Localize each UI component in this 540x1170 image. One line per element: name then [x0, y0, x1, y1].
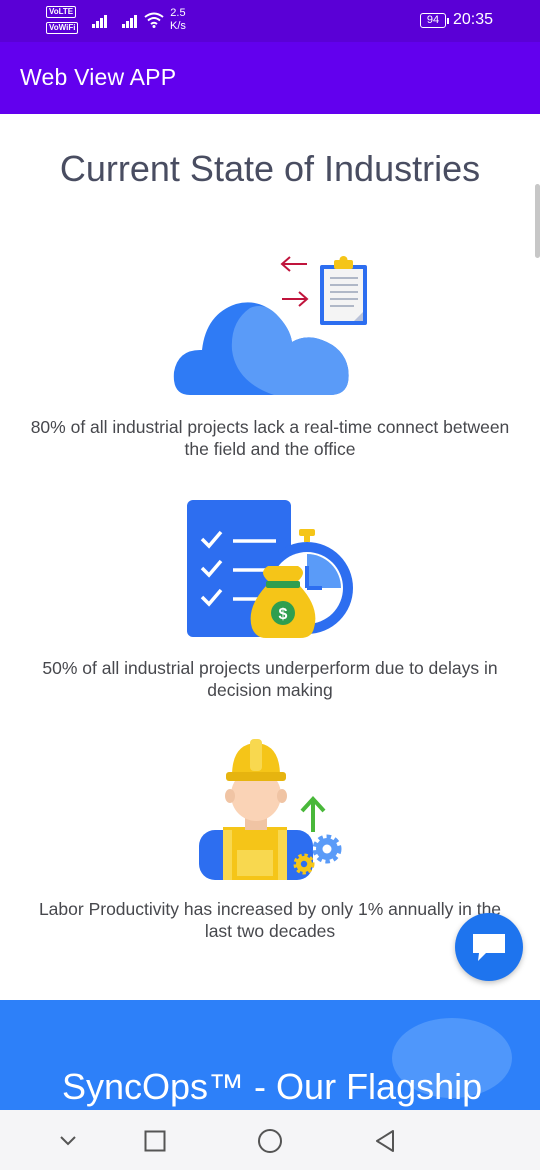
battery-icon: 94 [420, 13, 446, 28]
network-badges: VoLTE VoWiFi [46, 6, 82, 38]
scrollbar-thumb[interactable] [535, 184, 540, 258]
chat-icon [473, 934, 505, 961]
stat-text-1: 80% of all industrial projects lack a re… [30, 417, 510, 459]
svg-text:$: $ [279, 606, 288, 623]
network-speed-unit: K/s [170, 20, 186, 32]
chat-button[interactable] [455, 913, 523, 981]
volte-badge: VoLTE [46, 6, 77, 18]
recents-square-icon [144, 1130, 166, 1152]
vowifi-badge: VoWiFi [46, 22, 79, 34]
network-speed-value: 2.5 [170, 7, 186, 19]
nav-recents-button[interactable] [140, 1126, 170, 1156]
checklist-money-clock-icon: $ [187, 500, 353, 638]
status-bar: VoLTE VoWiFi 2.5 K/s 94 20:35 [0, 0, 540, 42]
battery-level: 94 [426, 14, 440, 26]
wifi-icon [144, 12, 164, 28]
app-bar: Web View APP [0, 42, 540, 114]
signal-icon [122, 12, 137, 28]
page-title: Current State of Industries [59, 148, 481, 189]
stat-text-3: Labor Productivity has increased by only… [38, 899, 502, 941]
banner-title: SyncOps™ - Our Flagship [62, 1066, 483, 1107]
back-chevron-icon [60, 1136, 76, 1146]
home-circle-icon [258, 1129, 282, 1153]
back-triangle-icon [376, 1130, 394, 1152]
flagship-banner: SyncOps™ - Our Flagship [0, 1000, 540, 1110]
battery-tip [447, 18, 449, 24]
nav-back-button[interactable] [370, 1126, 400, 1156]
worker-productivity-icon [199, 739, 342, 880]
clock: 20:35 [453, 11, 494, 28]
app-title: Web View APP [20, 64, 177, 90]
nav-home-button[interactable] [255, 1126, 285, 1156]
nav-collapse-button[interactable] [53, 1126, 83, 1156]
signal-icon [92, 12, 107, 28]
network-speed: 2.5 K/s [170, 7, 186, 33]
cloud-clipboard-icon [173, 256, 367, 395]
system-nav-bar [0, 1110, 540, 1170]
stat-text-2: 50% of all industrial projects underperf… [42, 658, 498, 700]
